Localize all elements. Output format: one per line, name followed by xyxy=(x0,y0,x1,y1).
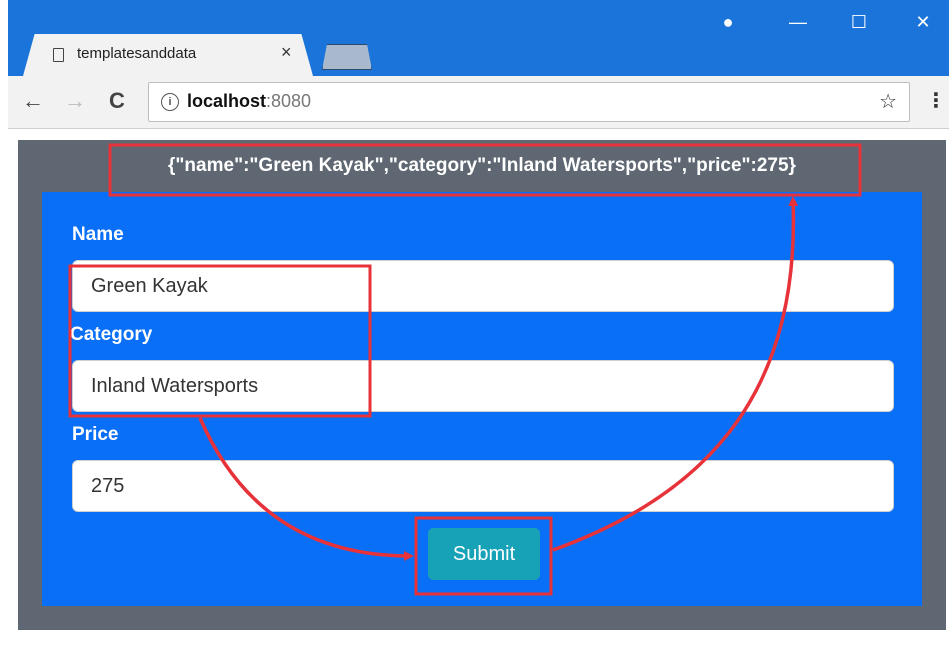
close-window-button[interactable]: ✕ xyxy=(908,12,938,33)
reload-button[interactable]: C xyxy=(104,88,130,114)
name-input[interactable]: Green Kayak xyxy=(72,260,894,312)
profile-icon[interactable]: ● xyxy=(713,12,743,33)
address-bar[interactable]: i localhost:8080 ☆ xyxy=(148,82,910,122)
url-host: localhost xyxy=(187,91,267,111)
bookmark-star-icon[interactable]: ☆ xyxy=(879,89,897,114)
title-bar: templatesanddata × ● — ☐ ✕ xyxy=(8,0,949,76)
tab-title: templatesanddata xyxy=(77,45,197,62)
price-label: Price xyxy=(72,424,119,445)
url-port: :8080 xyxy=(266,91,312,111)
category-input[interactable]: Inland Watersports xyxy=(72,360,894,412)
browser-tab[interactable]: templatesanddata × xyxy=(23,34,313,76)
maximize-button[interactable]: ☐ xyxy=(844,12,874,33)
forward-button[interactable]: → xyxy=(62,88,88,114)
product-form: Name Green Kayak Category Inland Watersp… xyxy=(42,192,922,606)
price-input[interactable]: 275 xyxy=(72,460,894,512)
browser-menu-icon[interactable]: ⋮ xyxy=(926,88,946,113)
new-tab-button[interactable] xyxy=(322,44,372,70)
browser-window: templatesanddata × ● — ☐ ✕ ← → C i local… xyxy=(8,0,949,654)
browser-toolbar: ← → C i localhost:8080 ☆ ⋮ xyxy=(8,76,949,129)
back-button[interactable]: ← xyxy=(20,88,46,114)
submit-button[interactable]: Submit xyxy=(428,528,540,580)
url-text: localhost:8080 xyxy=(187,91,311,112)
tab-close-icon[interactable]: × xyxy=(281,42,292,63)
info-icon[interactable]: i xyxy=(161,93,179,111)
category-label: Category xyxy=(70,324,153,345)
name-label: Name xyxy=(72,224,124,245)
minimize-button[interactable]: — xyxy=(783,12,813,33)
document-icon xyxy=(53,48,64,62)
page-content: {"name":"Green Kayak","category":"Inland… xyxy=(18,140,946,630)
json-output: {"name":"Green Kayak","category":"Inland… xyxy=(168,155,796,176)
